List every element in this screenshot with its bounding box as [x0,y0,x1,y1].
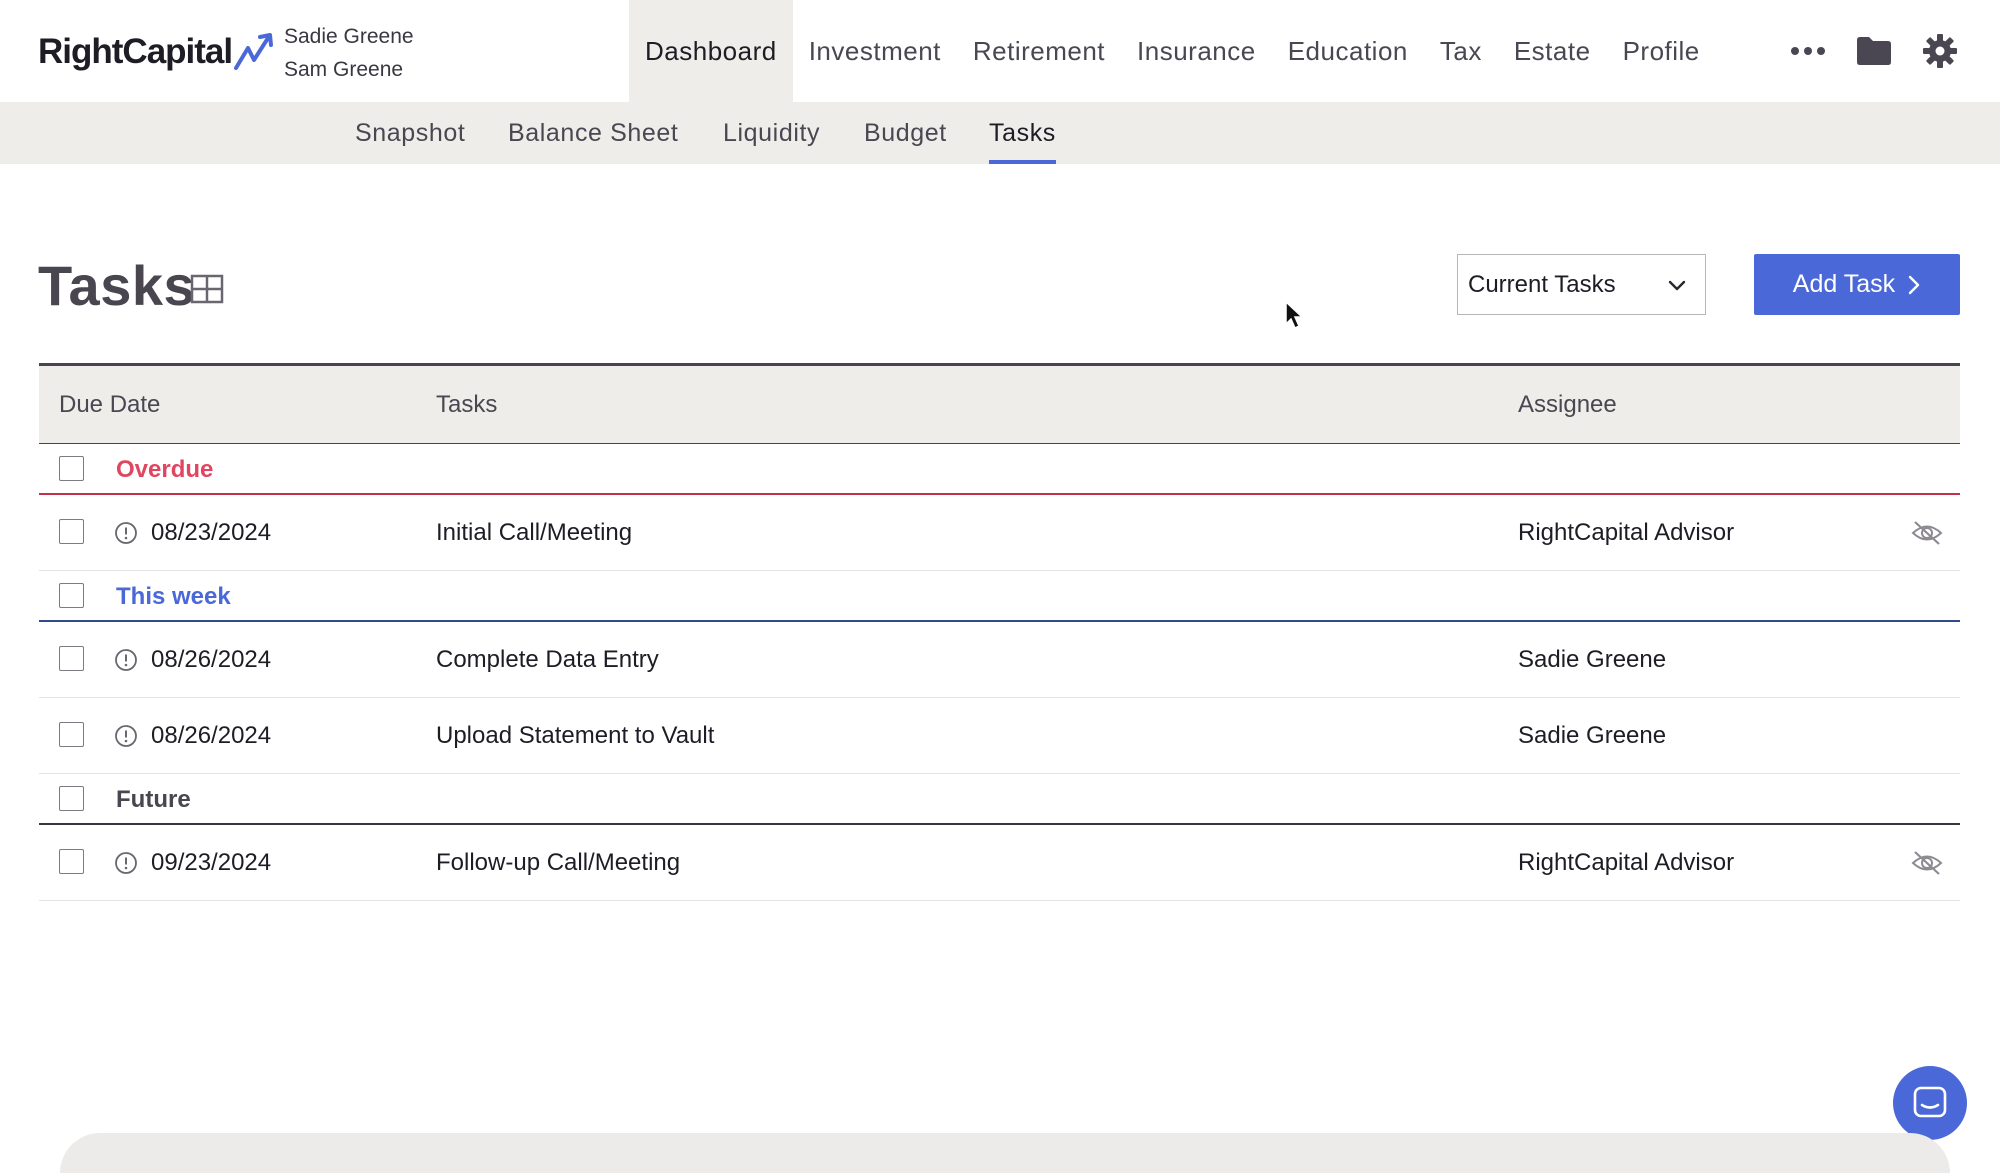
page-title: Tasks [38,254,196,317]
table-view-icon[interactable] [190,274,224,309]
subnav-label: Snapshot [355,118,466,147]
nav-insurance[interactable]: Insurance [1121,0,1272,102]
top-bar: RightCapital Sadie Greene Sam Greene Das… [0,0,2000,102]
group-checkbox[interactable] [59,786,84,811]
group-label: Overdue [116,455,214,483]
logo-text: RightCapital [38,32,233,71]
task-name[interactable]: Upload Statement to Vault [436,698,714,774]
window-bottom-edge [60,1133,1950,1173]
client-name-primary: Sadie Greene [284,25,414,48]
task-due-date: 08/26/2024 [151,722,272,749]
header-tasks[interactable]: Tasks [436,366,497,444]
group-row-this-week: This week [39,571,1960,622]
task-filter-value: Current Tasks [1468,270,1616,298]
main-nav: Dashboard Investment Retirement Insuranc… [629,0,1716,102]
header-assignee[interactable]: Assignee [1518,366,1617,444]
task-checkbox[interactable] [59,849,84,874]
tasks-table: Due Date Tasks Assignee Overdue 08/23/20… [39,363,1960,901]
folder-icon[interactable] [1841,0,1907,102]
client-name-spouse: Sam Greene [284,58,404,81]
nav-profile[interactable]: Profile [1607,0,1716,102]
subnav-budget[interactable]: Budget [864,102,947,164]
alert-circle-icon [115,852,137,874]
trend-arrow-icon [234,33,274,70]
table-row[interactable]: 09/23/2024 Follow-up Call/Meeting RightC… [39,825,1960,901]
chat-icon [1913,1086,1947,1118]
task-checkbox[interactable] [59,722,84,747]
subnav-label: Liquidity [723,118,821,147]
task-due-date: 08/23/2024 [151,519,272,546]
task-due-date: 08/26/2024 [151,646,272,673]
chevron-down-icon [1668,280,1686,291]
more-icon[interactable] [1775,0,1841,102]
task-filter-select[interactable]: Current Tasks [1457,254,1706,315]
nav-dashboard[interactable]: Dashboard [629,0,793,102]
eye-off-icon[interactable] [1911,519,1943,547]
nav-retirement[interactable]: Retirement [957,0,1121,102]
group-checkbox[interactable] [59,583,84,608]
eye-off-icon[interactable] [1911,849,1943,877]
task-checkbox[interactable] [59,519,84,544]
subnav-tasks[interactable]: Tasks [989,102,1056,164]
chevron-right-icon [1908,275,1920,294]
group-label: This week [116,582,231,610]
active-tab-indicator [989,160,1056,164]
sub-nav: Snapshot Balance Sheet Liquidity Budget … [0,102,2000,164]
header-due-date[interactable]: Due Date [59,366,160,444]
subnav-liquidity[interactable]: Liquidity [723,102,820,164]
nav-investment[interactable]: Investment [793,0,957,102]
task-due-date: 09/23/2024 [151,849,272,876]
nav-education[interactable]: Education [1272,0,1424,102]
subnav-label: Tasks [989,118,1056,147]
alert-circle-icon [115,522,137,544]
mouse-cursor-icon [1285,300,1304,330]
nav-tax[interactable]: Tax [1424,0,1498,102]
task-checkbox[interactable] [59,646,84,671]
alert-circle-icon [115,725,137,747]
subnav-balance-sheet[interactable]: Balance Sheet [508,102,678,164]
task-assignee: RightCapital Advisor [1518,519,1735,546]
add-task-label: Add Task [1792,270,1896,298]
gear-icon[interactable] [1907,0,1973,102]
alert-circle-icon [115,649,137,671]
group-row-overdue: Overdue [39,444,1960,495]
subnav-label: Balance Sheet [508,118,679,147]
subnav-snapshot[interactable]: Snapshot [355,102,465,164]
table-row[interactable]: 08/26/2024 Upload Statement to Vault Sad… [39,698,1960,774]
group-label: Future [116,785,191,813]
task-name[interactable]: Complete Data Entry [436,622,659,698]
chat-launcher-button[interactable] [1893,1066,1967,1140]
subnav-label: Budget [864,118,947,147]
group-row-future: Future [39,774,1960,825]
task-assignee: Sadie Greene [1518,722,1667,749]
task-name[interactable]: Follow-up Call/Meeting [436,825,680,901]
group-checkbox[interactable] [59,456,84,481]
add-task-button[interactable]: Add Task [1754,254,1960,315]
nav-icon-group [1775,0,1973,102]
nav-estate[interactable]: Estate [1498,0,1607,102]
table-row[interactable]: 08/26/2024 Complete Data Entry Sadie Gre… [39,622,1960,698]
table-row[interactable]: 08/23/2024 Initial Call/Meeting RightCap… [39,495,1960,571]
task-assignee: Sadie Greene [1518,646,1667,673]
table-header: Due Date Tasks Assignee [39,363,1960,444]
client-names: Sadie Greene Sam Greene [284,20,414,86]
task-assignee: RightCapital Advisor [1518,849,1735,876]
rightcapital-logo[interactable]: RightCapital [38,30,276,74]
task-name[interactable]: Initial Call/Meeting [436,495,632,571]
